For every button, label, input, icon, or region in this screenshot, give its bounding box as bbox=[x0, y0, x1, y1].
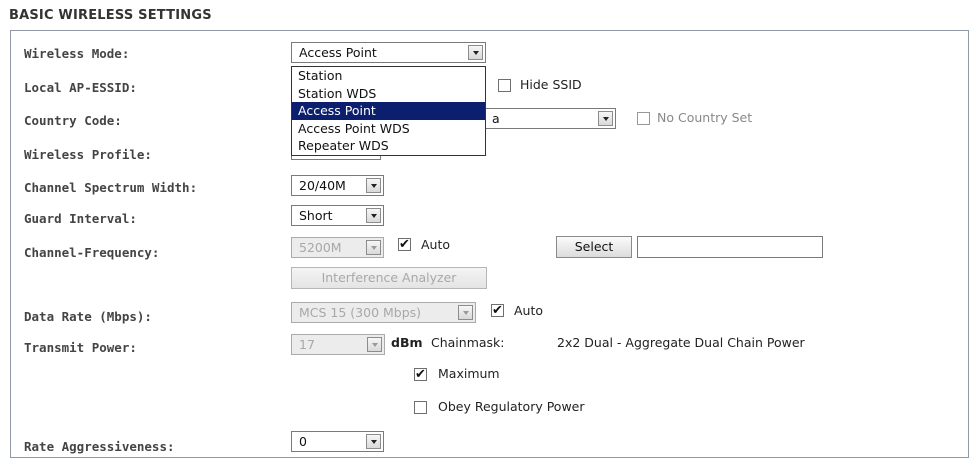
channel-auto-label: Auto bbox=[421, 237, 451, 252]
wireless-mode-value: Access Point bbox=[299, 45, 377, 60]
check-icon: ✔ bbox=[399, 237, 410, 252]
no-country-label: No Country Set bbox=[657, 110, 753, 125]
data-rate-value: MCS 15 (300 Mbps) bbox=[299, 305, 422, 320]
obey-regulatory-checkbox[interactable] bbox=[414, 401, 427, 414]
dropdown-option-station[interactable]: Station bbox=[292, 67, 485, 85]
dropdown-option-access-point-wds[interactable]: Access Point WDS bbox=[292, 120, 485, 138]
data-rate-select[interactable]: MCS 15 (300 Mbps) bbox=[291, 302, 476, 323]
country-code-label: Country Code: bbox=[24, 113, 122, 128]
dbm-unit: dBm bbox=[391, 335, 423, 350]
transmit-power-label: Transmit Power: bbox=[24, 340, 137, 355]
wireless-mode-label: Wireless Mode: bbox=[24, 46, 130, 61]
wireless-mode-dropdown[interactable]: Station Station WDS Access Point Access … bbox=[291, 66, 486, 156]
chevron-down-icon[interactable] bbox=[598, 111, 613, 126]
select-button[interactable]: Select bbox=[556, 236, 632, 258]
chevron-down-icon[interactable] bbox=[366, 240, 381, 255]
rate-aggressiveness-select[interactable]: 0 bbox=[291, 431, 384, 452]
rate-aggressiveness-value: 0 bbox=[299, 434, 307, 449]
chevron-down-icon[interactable] bbox=[366, 208, 381, 223]
channel-frequency-select[interactable]: 5200M bbox=[291, 237, 384, 258]
select-channel-input[interactable] bbox=[637, 236, 823, 258]
transmit-power-value: 17 bbox=[299, 337, 315, 352]
chevron-down-icon[interactable] bbox=[366, 434, 381, 449]
data-rate-auto-checkbox[interactable]: ✔ bbox=[491, 304, 504, 317]
rate-aggressiveness-label: Rate Aggressiveness: bbox=[24, 439, 175, 454]
chainmask-label: Chainmask: bbox=[431, 335, 505, 350]
check-icon: ✔ bbox=[415, 367, 426, 382]
guard-interval-value: Short bbox=[299, 208, 333, 223]
channel-width-select[interactable]: 20/40M bbox=[291, 175, 384, 196]
dropdown-option-access-point[interactable]: Access Point bbox=[292, 102, 485, 120]
data-rate-label: Data Rate (Mbps): bbox=[24, 309, 152, 324]
transmit-power-select[interactable]: 17 bbox=[291, 334, 385, 355]
channel-auto-checkbox[interactable]: ✔ bbox=[398, 238, 411, 251]
country-code-value: a bbox=[492, 111, 500, 126]
channel-width-label: Channel Spectrum Width: bbox=[24, 180, 198, 195]
chevron-down-icon[interactable] bbox=[367, 337, 382, 352]
obey-regulatory-label: Obey Regulatory Power bbox=[438, 399, 585, 414]
dropdown-option-station-wds[interactable]: Station WDS bbox=[292, 85, 485, 103]
dropdown-option-repeater-wds[interactable]: Repeater WDS bbox=[292, 137, 485, 155]
no-country-checkbox[interactable] bbox=[637, 112, 650, 125]
channel-width-value: 20/40M bbox=[299, 178, 346, 193]
channel-frequency-label: Channel-Frequency: bbox=[24, 245, 160, 260]
wireless-profile-label: Wireless Profile: bbox=[24, 147, 152, 162]
check-icon: ✔ bbox=[492, 303, 503, 318]
local-essid-label: Local AP-ESSID: bbox=[24, 80, 137, 95]
chevron-down-icon[interactable] bbox=[468, 45, 483, 60]
wireless-mode-select[interactable]: Access Point bbox=[291, 42, 486, 63]
chevron-down-icon[interactable] bbox=[366, 178, 381, 193]
maximum-label: Maximum bbox=[438, 366, 500, 381]
chevron-down-icon[interactable] bbox=[458, 305, 473, 320]
data-rate-auto-label: Auto bbox=[514, 303, 544, 318]
chainmask-value: 2x2 Dual - Aggregate Dual Chain Power bbox=[557, 335, 805, 350]
channel-frequency-value: 5200M bbox=[299, 240, 342, 255]
interference-analyzer-button[interactable]: Interference Analyzer bbox=[291, 267, 487, 289]
guard-interval-select[interactable]: Short bbox=[291, 205, 384, 226]
section-title: BASIC WIRELESS SETTINGS bbox=[9, 8, 212, 23]
guard-interval-label: Guard Interval: bbox=[24, 211, 137, 226]
hide-ssid-label: Hide SSID bbox=[520, 77, 582, 92]
settings-panel bbox=[10, 30, 969, 458]
hide-ssid-checkbox[interactable] bbox=[498, 79, 511, 92]
maximum-checkbox[interactable]: ✔ bbox=[414, 368, 427, 381]
